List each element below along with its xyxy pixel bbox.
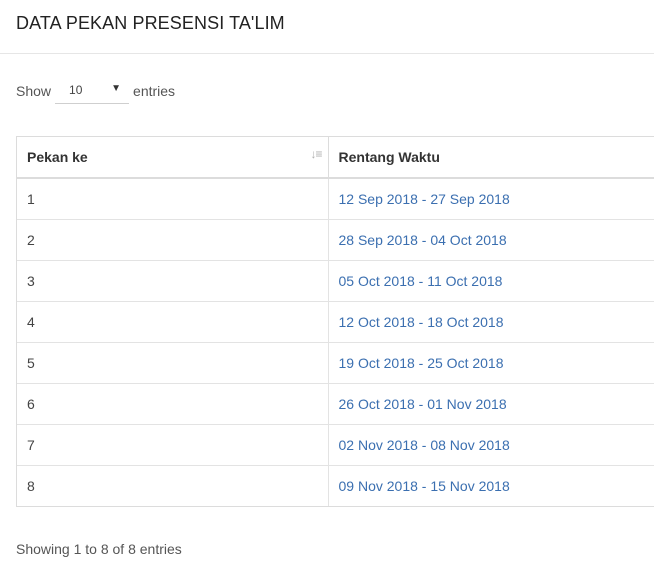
table-row: 4 12 Oct 2018 - 18 Oct 2018 (17, 301, 654, 343)
table-info: Showing 1 to 8 of 8 entries (16, 541, 182, 557)
week-cell: 4 (17, 301, 329, 343)
week-cell: 3 (17, 260, 329, 302)
entries-length-control: Show 10 ▼ entries (16, 78, 175, 104)
page-title: DATA PEKAN PRESENSI TA'LIM (16, 13, 285, 33)
table-header-row: Pekan ke ↓≡ Rentang Waktu (17, 137, 654, 179)
entries-label: entries (133, 83, 176, 99)
week-cell: 1 (17, 178, 329, 220)
week-cell: 5 (17, 342, 329, 384)
table-row: 1 12 Sep 2018 - 27 Sep 2018 (17, 178, 654, 220)
column-header-range[interactable]: Rentang Waktu (328, 137, 654, 179)
entries-select[interactable]: 10 ▼ (55, 78, 130, 104)
table-row: 3 05 Oct 2018 - 11 Oct 2018 (17, 260, 654, 302)
column-header-week-label: Pekan ke (27, 149, 88, 165)
range-link[interactable]: 19 Oct 2018 - 25 Oct 2018 (328, 342, 654, 384)
table-row: 2 28 Sep 2018 - 04 Oct 2018 (17, 219, 654, 261)
entries-select-value: 10 (69, 83, 83, 97)
week-cell: 6 (17, 383, 329, 425)
range-link[interactable]: 02 Nov 2018 - 08 Nov 2018 (328, 424, 654, 466)
week-cell: 7 (17, 424, 329, 466)
range-link[interactable]: 12 Sep 2018 - 27 Sep 2018 (328, 178, 654, 220)
table-row: 8 09 Nov 2018 - 15 Nov 2018 (17, 465, 654, 506)
week-cell: 2 (17, 219, 329, 261)
page-header: DATA PEKAN PRESENSI TA'LIM (0, 0, 654, 54)
show-label: Show (16, 83, 52, 99)
range-link[interactable]: 26 Oct 2018 - 01 Nov 2018 (328, 383, 654, 425)
caret-down-icon: ▼ (111, 83, 122, 94)
range-link[interactable]: 05 Oct 2018 - 11 Oct 2018 (328, 260, 654, 302)
week-cell: 8 (17, 465, 329, 506)
table-row: 6 26 Oct 2018 - 01 Nov 2018 (17, 383, 654, 425)
column-header-range-label: Rentang Waktu (338, 149, 440, 165)
table-row: 7 02 Nov 2018 - 08 Nov 2018 (17, 424, 654, 466)
column-header-week[interactable]: Pekan ke ↓≡ (17, 137, 329, 179)
data-table: Pekan ke ↓≡ Rentang Waktu 1 12 Sep 2018 … (16, 136, 654, 507)
sort-ascending-icon: ↓≡ (310, 147, 322, 161)
range-link[interactable]: 09 Nov 2018 - 15 Nov 2018 (328, 465, 654, 506)
range-link[interactable]: 12 Oct 2018 - 18 Oct 2018 (328, 301, 654, 343)
page: DATA PEKAN PRESENSI TA'LIM Show 10 ▼ ent… (0, 0, 654, 570)
table-row: 5 19 Oct 2018 - 25 Oct 2018 (17, 342, 654, 384)
range-link[interactable]: 28 Sep 2018 - 04 Oct 2018 (328, 219, 654, 261)
